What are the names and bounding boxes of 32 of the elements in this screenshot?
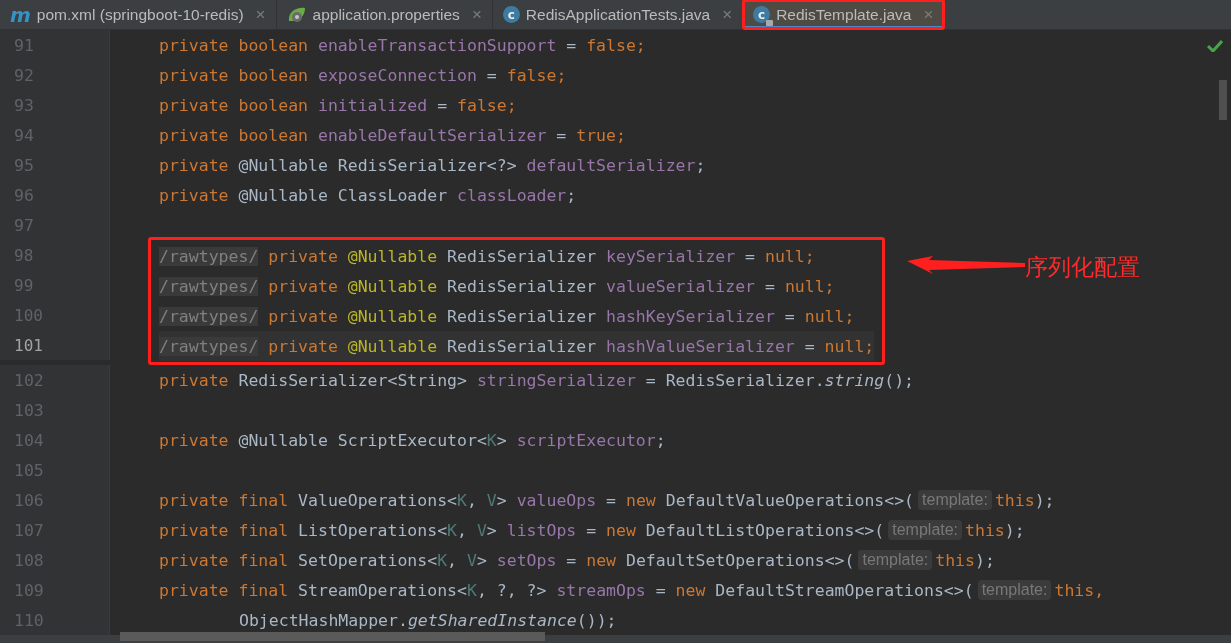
code-line: private final SetOperations<K, V> setOps = new DefaultSetOperations<>( template: this);	[159, 549, 995, 572]
editor-tab[interactable]: c RedisTemplate.java ×	[743, 0, 945, 29]
callout-label: 序列化配置	[1025, 253, 1141, 282]
editor-tab[interactable]: m pom.xml (springboot-10-redis) ×	[0, 0, 277, 29]
code-line: private @Nullable ScriptExecutor<K> scriptExecutor;	[159, 429, 666, 452]
class-icon: c	[502, 6, 520, 23]
code-line: private final StreamOperations<K, ?, ?> streamOps = new DefaultStreamOperations<>( template: this,	[159, 579, 1105, 602]
leaf-gear-icon	[286, 5, 307, 24]
maven-icon: m	[10, 4, 31, 25]
code-line: private boolean enableTransactionSupport = false;	[159, 34, 646, 57]
scrollbar-thumb[interactable]	[120, 632, 545, 641]
code-line: private @Nullable RedisSerializer<?> defaultSerializer;	[159, 154, 706, 177]
editor-tab[interactable]: application.properties ×	[276, 0, 493, 29]
class-icon: c	[753, 6, 771, 23]
close-icon[interactable]: ×	[471, 4, 482, 25]
code-line: private final ListOperations<K, V> listOps = new DefaultListOperations<>( template: this);	[159, 519, 1025, 542]
scrollbar-thumb[interactable]	[1219, 80, 1227, 120]
arrow-icon	[907, 256, 1026, 274]
code-line: /rawtypes/ private @Nullable RedisSerializer valueSerializer = null;	[159, 275, 835, 298]
check-icon	[1207, 40, 1223, 52]
code-line: private final ValueOperations<K, V> valueOps = new DefaultValueOperations<>( template: this);	[159, 489, 1055, 512]
code-line: private RedisSerializer<String> stringSerializer = RedisSerializer.string();	[159, 369, 915, 392]
code-line: ObjectHashMapper.getSharedInstance());	[239, 609, 617, 632]
code-line: private boolean initialized = false;	[159, 94, 517, 117]
code-line: private boolean enableDefaultSerializer = true;	[159, 124, 626, 147]
code-line: /rawtypes/ private @Nullable RedisSerializer keySerializer = null;	[159, 245, 815, 268]
code-line: private @Nullable ClassLoader classLoader;	[159, 184, 577, 207]
code-line: /rawtypes/ private @Nullable RedisSerializer hashKeySerializer = null;	[159, 305, 855, 328]
close-icon[interactable]: ×	[722, 4, 733, 25]
line-number: 101	[0, 330, 110, 360]
code-line: private boolean exposeConnection = false;	[159, 64, 567, 87]
close-icon[interactable]: ×	[255, 4, 266, 25]
